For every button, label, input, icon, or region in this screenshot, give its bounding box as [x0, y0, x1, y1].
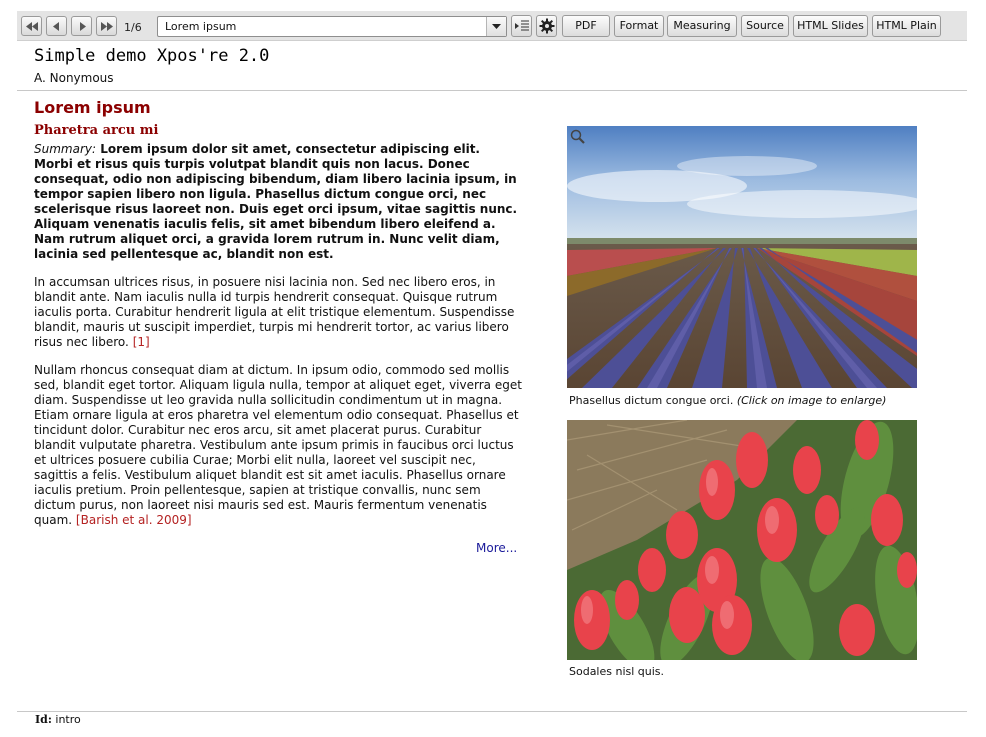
body-paragraph-1: In accumsan ultrices risus, in posuere n… — [34, 275, 522, 350]
previous-page-button[interactable] — [46, 16, 67, 36]
citation-link-1[interactable]: [1] — [133, 335, 150, 349]
document-title: Simple demo Xpos're 2.0 — [34, 46, 270, 66]
source-button[interactable]: Source — [741, 15, 789, 37]
tulip-field-photo — [567, 126, 917, 388]
summary-text: Lorem ipsum dolor sit amet, consectetur … — [34, 142, 518, 261]
table-of-contents-icon — [515, 20, 529, 31]
page-indicator: 1/6 — [124, 21, 142, 34]
next-page-icon — [80, 22, 86, 31]
image-red-tulips[interactable] — [567, 420, 917, 660]
previous-page-icon — [53, 22, 59, 31]
section-select-value: Lorem ipsum — [165, 20, 237, 33]
id-label: Id: — [35, 713, 52, 726]
section-heading: Pharetra arcu mi — [34, 123, 159, 138]
summary-paragraph: Summary: Lorem ipsum dolor sit amet, con… — [34, 142, 522, 262]
image-1-caption-text: Phasellus dictum congue orci. — [569, 394, 734, 407]
author-name: A. Nonymous — [34, 71, 114, 85]
first-page-icon — [26, 22, 38, 31]
section-select-toggle[interactable] — [486, 17, 506, 36]
image-1-enlarge-hint: (Click on image to enlarge) — [736, 394, 887, 407]
chevron-down-icon — [492, 24, 501, 29]
next-page-button[interactable] — [71, 16, 92, 36]
last-page-icon — [101, 22, 113, 31]
paragraph-1-text: In accumsan ultrices risus, in posuere n… — [34, 275, 515, 349]
section-select[interactable]: Lorem ipsum — [157, 16, 507, 37]
image-tulip-field[interactable] — [567, 126, 917, 388]
toc-button[interactable] — [511, 15, 532, 37]
image-1-caption: Phasellus dictum congue orci. (Click on … — [569, 394, 886, 407]
footer: Id: intro — [35, 713, 81, 726]
summary-label: Summary: — [34, 142, 97, 156]
first-page-button[interactable] — [21, 16, 42, 36]
measuring-button[interactable]: Measuring — [667, 15, 737, 37]
settings-button[interactable] — [536, 15, 557, 37]
header-divider — [17, 90, 967, 91]
footer-divider — [17, 711, 967, 712]
citation-link-2[interactable]: [Barish et al. 2009] — [76, 513, 192, 527]
pdf-button[interactable]: PDF — [562, 15, 610, 37]
more-link[interactable]: More... — [476, 541, 517, 555]
last-page-button[interactable] — [96, 16, 117, 36]
format-button[interactable]: Format — [614, 15, 664, 37]
body-paragraph-2: Nullam rhoncus consequat diam at dictum.… — [34, 363, 522, 528]
slide-title: Lorem ipsum — [34, 98, 151, 117]
html-plain-button[interactable]: HTML Plain — [872, 15, 941, 37]
id-value: intro — [55, 713, 81, 726]
image-2-caption: Sodales nisl quis. — [569, 665, 665, 678]
red-tulips-photo — [567, 420, 917, 660]
gear-icon — [539, 18, 555, 34]
paragraph-2-text: Nullam rhoncus consequat diam at dictum.… — [34, 363, 522, 527]
html-slides-button[interactable]: HTML Slides — [793, 15, 868, 37]
toolbar: 1/6 Lorem ipsum PDF Format Measuring Sou… — [17, 11, 967, 41]
magnifier-icon[interactable] — [570, 129, 586, 145]
